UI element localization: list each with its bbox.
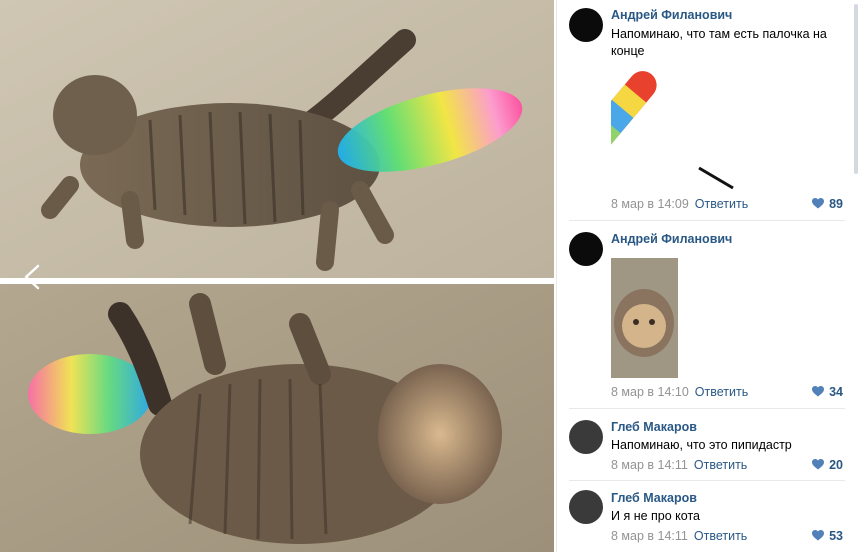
comment-date[interactable]: 8 мар в 14:10	[611, 385, 689, 399]
avatar[interactable]	[569, 232, 603, 266]
like-count: 34	[829, 385, 843, 399]
comment-text: И я не про кота	[611, 509, 700, 523]
comment-text: Напоминаю, что там есть палочка на конце	[611, 27, 827, 58]
heart-icon	[812, 198, 825, 209]
reply-button[interactable]: Ответить	[695, 197, 748, 211]
cat-photo-top[interactable]	[0, 0, 554, 278]
avatar[interactable]	[569, 490, 603, 524]
comment-meta: 8 мар в 14:10 Ответить	[611, 385, 748, 399]
comment-meta: 8 мар в 14:11 Ответить	[611, 458, 747, 472]
comment-date[interactable]: 8 мар в 14:11	[611, 458, 688, 472]
like-button[interactable]: 89	[812, 197, 843, 211]
reply-button[interactable]: Ответить	[694, 458, 747, 472]
heart-icon	[812, 386, 825, 397]
comments-pane: Андрей Филанович Напоминаю, что там есть…	[556, 0, 860, 552]
like-count: 53	[829, 529, 843, 543]
reply-button[interactable]: Ответить	[695, 385, 748, 399]
comment-date[interactable]: 8 мар в 14:11	[611, 529, 688, 543]
like-button[interactable]: 34	[812, 385, 843, 399]
divider	[569, 220, 845, 221]
comment-meta: 8 мар в 14:11 Ответить	[611, 529, 747, 543]
heart-icon	[812, 459, 825, 470]
comment-author[interactable]: Глеб Макаров	[611, 491, 697, 505]
divider	[569, 408, 845, 409]
avatar[interactable]	[569, 420, 603, 454]
like-button[interactable]: 53	[812, 529, 843, 543]
photo-viewer	[0, 0, 556, 552]
comment-author[interactable]: Андрей Филанович	[611, 232, 732, 246]
comment-author[interactable]: Глеб Макаров	[611, 420, 697, 434]
duster-image[interactable]	[572, 70, 741, 193]
like-count: 20	[829, 458, 843, 472]
comment-text: Напоминаю, что это пипидастр	[611, 438, 792, 452]
comment-meta: 8 мар в 14:09 Ответить	[611, 197, 748, 211]
avatar[interactable]	[569, 8, 603, 42]
scrollbar[interactable]	[854, 4, 858, 174]
chevron-left-icon[interactable]	[18, 262, 48, 292]
like-count: 89	[829, 197, 843, 211]
comment-date[interactable]: 8 мар в 14:09	[611, 197, 689, 211]
heart-icon	[812, 530, 825, 541]
cat-photo[interactable]	[611, 258, 678, 381]
like-button[interactable]: 20	[812, 458, 843, 472]
cat-photo-bottom[interactable]	[0, 284, 554, 552]
divider	[569, 480, 845, 481]
comment-author[interactable]: Андрей Филанович	[611, 8, 732, 22]
reply-button[interactable]: Ответить	[694, 529, 747, 543]
